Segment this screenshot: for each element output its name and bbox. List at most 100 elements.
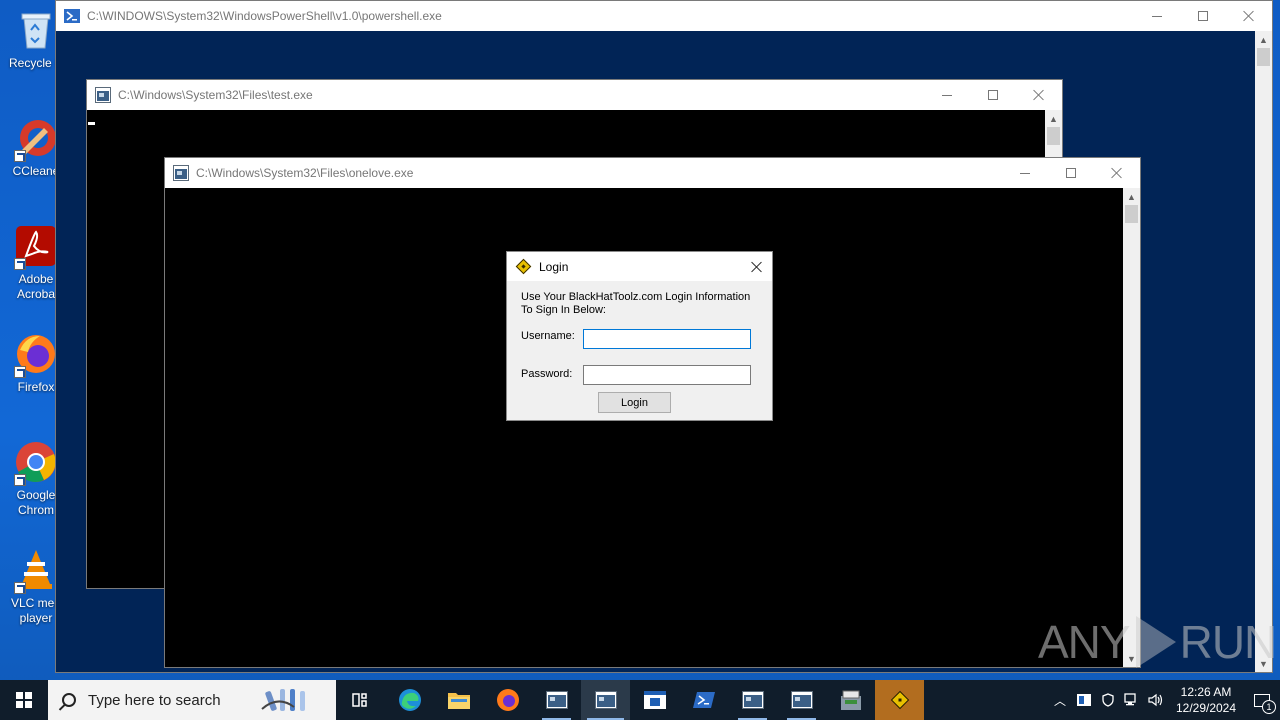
login-button[interactable]: Login [598, 392, 671, 413]
search-icon [62, 693, 76, 707]
close-button[interactable] [1226, 1, 1272, 31]
taskbar-app-window[interactable] [630, 680, 679, 720]
start-button[interactable] [0, 680, 48, 720]
close-icon [1111, 167, 1123, 179]
test-exe-titlebar[interactable]: C:\Windows\System32\Files\test.exe [87, 80, 1062, 110]
minimize-button[interactable] [924, 80, 970, 110]
onelove-exe-titlebar[interactable]: C:\Windows\System32\Files\onelove.exe [165, 158, 1140, 188]
maximize-button[interactable] [1180, 1, 1226, 31]
firefox-icon [496, 689, 519, 711]
play-logo-icon [1135, 616, 1176, 668]
shortcut-arrow-icon [14, 258, 26, 270]
volume-icon [1148, 693, 1163, 707]
taskbar-console-2[interactable] [581, 680, 630, 720]
task-view-icon [351, 693, 367, 707]
warning-sign-icon [515, 258, 532, 275]
taskbar-console-3[interactable] [728, 680, 777, 720]
minimize-button[interactable] [1134, 1, 1180, 31]
vertical-scrollbar[interactable]: ▲ ▼ [1255, 31, 1272, 672]
edge-icon [398, 689, 421, 711]
shortcut-arrow-icon [14, 150, 26, 162]
console-window-icon [741, 691, 764, 709]
close-icon [751, 261, 763, 273]
firefox-icon [14, 332, 58, 378]
shortcut-arrow-icon [14, 582, 26, 594]
close-icon [1243, 10, 1255, 22]
powershell-icon [64, 8, 80, 24]
taskbar-login-app[interactable] [875, 680, 924, 720]
maximize-icon [988, 90, 998, 100]
powershell-icon [692, 692, 715, 708]
folder-icon [447, 693, 470, 709]
search-placeholder: Type here to search [88, 691, 221, 709]
login-dialog-titlebar[interactable]: Login [507, 252, 772, 281]
tray-security-button[interactable] [1096, 680, 1120, 720]
console-window-icon [95, 87, 111, 103]
taskbar-console-1[interactable] [532, 680, 581, 720]
taskbar: Type here to search ︿ 12:26 AM 12/29/202… [0, 680, 1280, 720]
recycle-bin-icon [14, 8, 58, 52]
show-hidden-icons-button[interactable]: ︿ [1048, 680, 1072, 720]
taskbar-file-explorer[interactable] [434, 680, 483, 720]
console-window-icon [790, 691, 813, 709]
username-input[interactable] [583, 329, 751, 349]
scroll-thumb[interactable] [1257, 48, 1270, 66]
login-instructions: Use Your BlackHatToolz.com Login Informa… [521, 291, 751, 316]
taskbar-installer[interactable] [826, 680, 875, 720]
network-button[interactable] [1120, 680, 1144, 720]
watermark-text-right: RUN [1179, 616, 1278, 668]
taskbar-powershell[interactable] [679, 680, 728, 720]
console-window-icon [594, 691, 617, 709]
clock-time: 12:26 AM [1180, 685, 1232, 699]
maximize-icon [1198, 11, 1208, 21]
search-highlight-icon [261, 689, 305, 711]
warning-sign-icon [890, 690, 909, 710]
scroll-up-arrow-icon[interactable]: ▲ [1123, 188, 1140, 205]
ccleaner-icon [14, 116, 58, 162]
scroll-thumb[interactable] [1125, 205, 1138, 223]
dialog-title: Login [539, 259, 569, 274]
notification-count-badge: 1 [1262, 700, 1276, 714]
minimize-icon [942, 94, 952, 96]
maximize-button[interactable] [1048, 158, 1094, 188]
volume-button[interactable] [1144, 680, 1168, 720]
console-cursor [88, 122, 95, 125]
maximize-button[interactable] [970, 80, 1016, 110]
minimize-icon [1020, 172, 1030, 174]
close-button[interactable] [1016, 80, 1062, 110]
close-button[interactable] [1094, 158, 1140, 188]
chrome-icon [14, 440, 58, 486]
taskbar-firefox[interactable] [483, 680, 532, 720]
maximize-icon [1066, 168, 1076, 178]
username-label: Username: [521, 330, 575, 342]
task-view-button[interactable] [336, 680, 385, 720]
action-center-button[interactable]: 1 [1244, 680, 1280, 720]
vlc-icon [14, 548, 58, 594]
password-input[interactable] [583, 365, 751, 385]
scroll-up-arrow-icon[interactable]: ▲ [1255, 31, 1272, 48]
watermark-text-left: ANY [1038, 616, 1131, 668]
clock-date: 12/29/2024 [1175, 701, 1237, 715]
console-window-icon [545, 691, 568, 709]
taskbar-clock[interactable]: 12:26 AM 12/29/2024 [1168, 684, 1244, 716]
powershell-titlebar[interactable]: C:\WINDOWS\System32\WindowsPowerShell\v1… [56, 1, 1272, 31]
taskbar-console-4[interactable] [777, 680, 826, 720]
app-window-icon [643, 691, 666, 709]
network-icon [1124, 693, 1136, 706]
windows-logo-icon [16, 692, 32, 708]
scroll-thumb[interactable] [1047, 127, 1060, 145]
console-window-icon [173, 165, 189, 181]
minimize-button[interactable] [1002, 158, 1048, 188]
chevron-up-icon: ︿ [1053, 693, 1066, 708]
vertical-scrollbar[interactable]: ▲ ▼ [1123, 188, 1140, 667]
taskbar-edge[interactable] [385, 680, 434, 720]
system-tray: ︿ 12:26 AM 12/29/2024 1 [1048, 680, 1280, 720]
window-title: C:\Windows\System32\Files\onelove.exe [196, 166, 414, 180]
scroll-up-arrow-icon[interactable]: ▲ [1045, 110, 1062, 127]
tray-app-icon [1077, 694, 1091, 706]
login-dialog[interactable]: Login Use Your BlackHatToolz.com Login I… [506, 251, 773, 421]
close-button[interactable] [742, 252, 772, 281]
taskbar-search-box[interactable]: Type here to search [48, 680, 336, 720]
tray-app-button[interactable] [1072, 680, 1096, 720]
shortcut-arrow-icon [14, 366, 26, 378]
